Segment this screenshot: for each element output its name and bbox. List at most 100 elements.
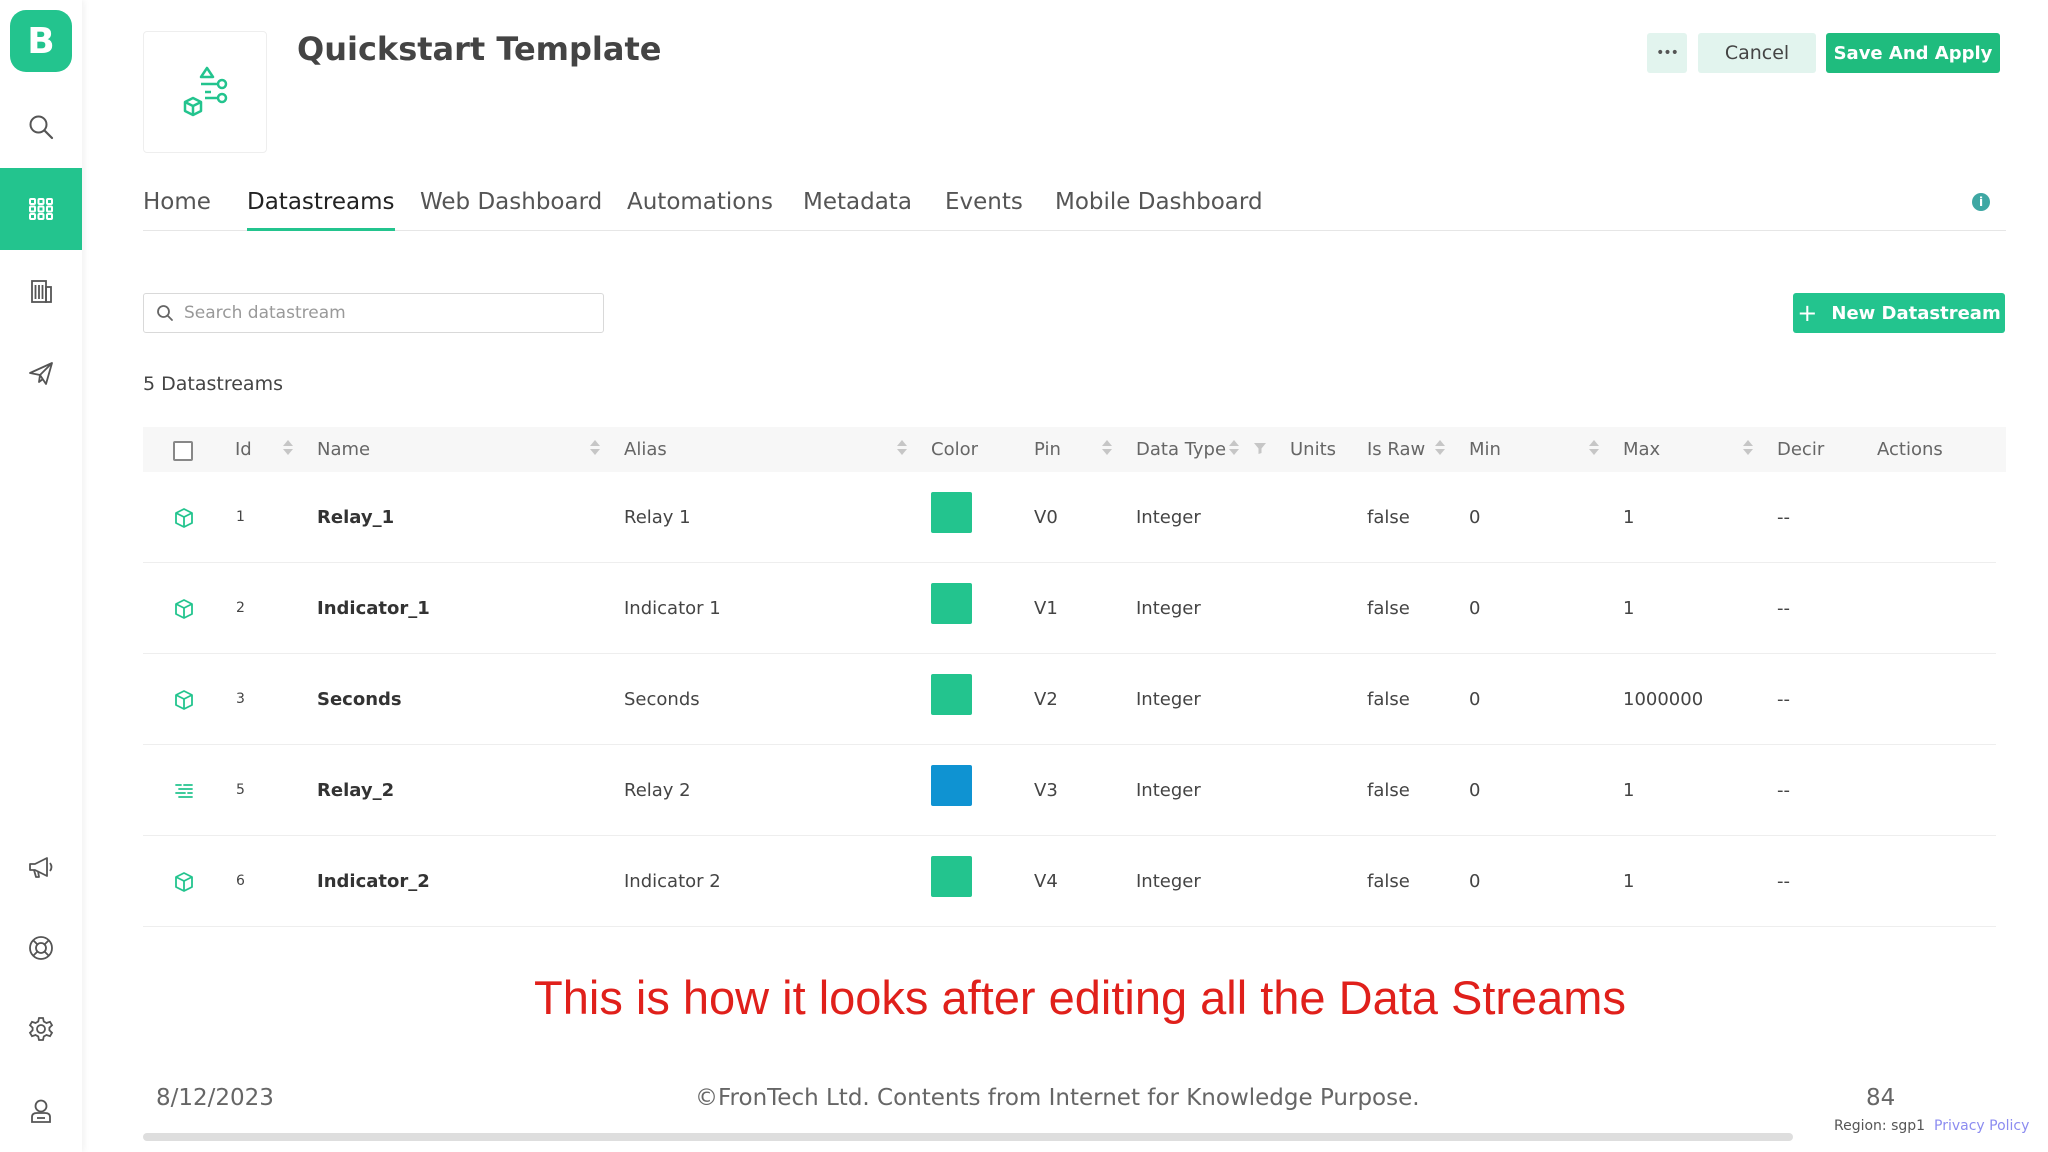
column-header-decimals: Decir — [1777, 439, 1825, 460]
slide-caption: This is how it looks after editing all t… — [534, 971, 1626, 1024]
new-datastream-button[interactable]: + New Datastream — [1793, 293, 2005, 333]
row-id: 2 — [236, 600, 245, 616]
tab-events[interactable]: Events — [945, 186, 1023, 231]
sidebar-item-profile[interactable] — [0, 1070, 82, 1152]
column-header-id[interactable]: Id — [235, 427, 252, 472]
table-row[interactable]: 1 Relay_1 Relay 1 V0 Integer false 0 1 -… — [143, 472, 1996, 563]
select-all-checkbox[interactable] — [173, 441, 193, 461]
row-min: 0 — [1469, 598, 1481, 619]
sort-icon[interactable] — [1229, 440, 1239, 458]
table-row[interactable]: 3 Seconds Seconds V2 Integer false 0 100… — [143, 654, 1996, 745]
table-row[interactable]: 6 Indicator_2 Indicator 2 V4 Integer fal… — [143, 836, 1996, 927]
row-decimals: -- — [1777, 871, 1790, 892]
search-field[interactable] — [143, 293, 604, 333]
template-image[interactable] — [143, 31, 267, 153]
app-logo[interactable]: B — [10, 10, 72, 72]
tab-datastreams[interactable]: Datastreams — [247, 186, 395, 231]
column-header-data-type[interactable]: Data Type — [1136, 427, 1226, 472]
sidebar-item-templates[interactable] — [0, 168, 82, 250]
row-id: 1 — [236, 509, 245, 525]
info-icon[interactable]: i — [1972, 193, 1990, 211]
privacy-policy-link[interactable]: Privacy Policy — [1934, 1118, 2029, 1134]
column-header-is-raw[interactable]: Is Raw — [1367, 427, 1425, 472]
row-alias: Relay 2 — [624, 780, 691, 801]
tab-mobile-dashboard[interactable]: Mobile Dashboard — [1055, 186, 1263, 231]
megaphone-icon — [29, 857, 53, 878]
row-name[interactable]: Indicator_2 — [317, 836, 430, 927]
row-id: 6 — [236, 873, 245, 889]
column-header-pin[interactable]: Pin — [1034, 427, 1061, 472]
table-row[interactable]: 2 Indicator_1 Indicator 1 V1 Integer fal… — [143, 563, 1996, 654]
template-device-icon — [183, 66, 228, 117]
sort-icon[interactable] — [283, 440, 293, 458]
row-is-raw: false — [1367, 871, 1410, 892]
cube-icon — [175, 872, 193, 892]
row-name[interactable]: Relay_2 — [317, 745, 394, 836]
row-min: 0 — [1469, 689, 1481, 710]
cube-icon — [175, 690, 193, 710]
horizontal-scrollbar[interactable] — [143, 1133, 1793, 1141]
row-pin: V2 — [1034, 689, 1058, 710]
sort-icon[interactable] — [1435, 440, 1445, 458]
tab-bar: Home Datastreams Web Dashboard Automatio… — [143, 186, 2006, 231]
search-icon — [29, 115, 54, 140]
filter-icon[interactable] — [1253, 441, 1267, 455]
column-header-min[interactable]: Min — [1469, 427, 1501, 472]
sort-icon[interactable] — [590, 440, 600, 458]
row-data-type: Integer — [1136, 507, 1201, 528]
row-max: 1 — [1623, 507, 1635, 528]
row-color-swatch — [931, 856, 972, 897]
sidebar-item-send[interactable] — [0, 332, 82, 414]
sidebar-item-organization[interactable] — [0, 250, 82, 332]
tab-metadata[interactable]: Metadata — [803, 186, 912, 231]
building-icon — [31, 280, 52, 303]
search-datastream-input[interactable] — [184, 303, 584, 323]
grid-icon — [29, 198, 53, 220]
row-pin: V1 — [1034, 598, 1058, 619]
tab-automations[interactable]: Automations — [627, 186, 773, 231]
row-id: 3 — [236, 691, 245, 707]
row-pin: V3 — [1034, 780, 1058, 801]
row-data-type: Integer — [1136, 871, 1201, 892]
footer-copyright: ©FronTech Ltd. Contents from Internet fo… — [695, 1085, 1420, 1111]
plus-icon: + — [1797, 299, 1818, 327]
sort-icon[interactable] — [897, 440, 907, 458]
table-row[interactable]: 5 Relay_2 Relay 2 V3 Integer false 0 1 -… — [143, 745, 1996, 836]
tab-home[interactable]: Home — [143, 186, 211, 231]
column-header-max[interactable]: Max — [1623, 427, 1660, 472]
column-header-units: Units — [1290, 439, 1337, 460]
row-color-swatch — [931, 492, 972, 533]
row-alias: Seconds — [624, 689, 700, 710]
row-is-raw: false — [1367, 598, 1410, 619]
cancel-button[interactable]: Cancel — [1698, 33, 1816, 73]
sort-icon[interactable] — [1102, 440, 1112, 458]
table-header: Id Name Alias Color Pin Data Type Units … — [143, 427, 2006, 472]
footer-date: 8/12/2023 — [156, 1085, 274, 1111]
sidebar-item-announcements[interactable] — [0, 826, 82, 908]
page-title: Quickstart Template — [297, 30, 662, 68]
sort-icon[interactable] — [1743, 440, 1753, 458]
paper-plane-icon — [29, 362, 53, 385]
row-name[interactable]: Seconds — [317, 654, 402, 745]
row-min: 0 — [1469, 871, 1481, 892]
more-options-button[interactable]: ••• — [1647, 33, 1687, 73]
row-max: 1000000 — [1623, 689, 1704, 710]
row-name[interactable]: Indicator_1 — [317, 563, 430, 654]
row-max: 1 — [1623, 871, 1635, 892]
column-header-name[interactable]: Name — [317, 427, 370, 472]
row-decimals: -- — [1777, 598, 1790, 619]
region-label: Region: sgp1 — [1834, 1118, 1926, 1134]
sort-icon[interactable] — [1589, 440, 1599, 458]
column-header-alias[interactable]: Alias — [624, 427, 667, 472]
lines-icon — [175, 784, 193, 798]
save-and-apply-button[interactable]: Save And Apply — [1826, 33, 2000, 73]
row-data-type: Integer — [1136, 689, 1201, 710]
row-min: 0 — [1469, 780, 1481, 801]
row-alias: Indicator 1 — [624, 598, 721, 619]
row-color-swatch — [931, 765, 972, 806]
row-is-raw: false — [1367, 780, 1410, 801]
row-name[interactable]: Relay_1 — [317, 472, 394, 563]
cube-icon — [175, 599, 193, 619]
sidebar-item-search[interactable] — [0, 86, 82, 168]
tab-web-dashboard[interactable]: Web Dashboard — [420, 186, 602, 231]
